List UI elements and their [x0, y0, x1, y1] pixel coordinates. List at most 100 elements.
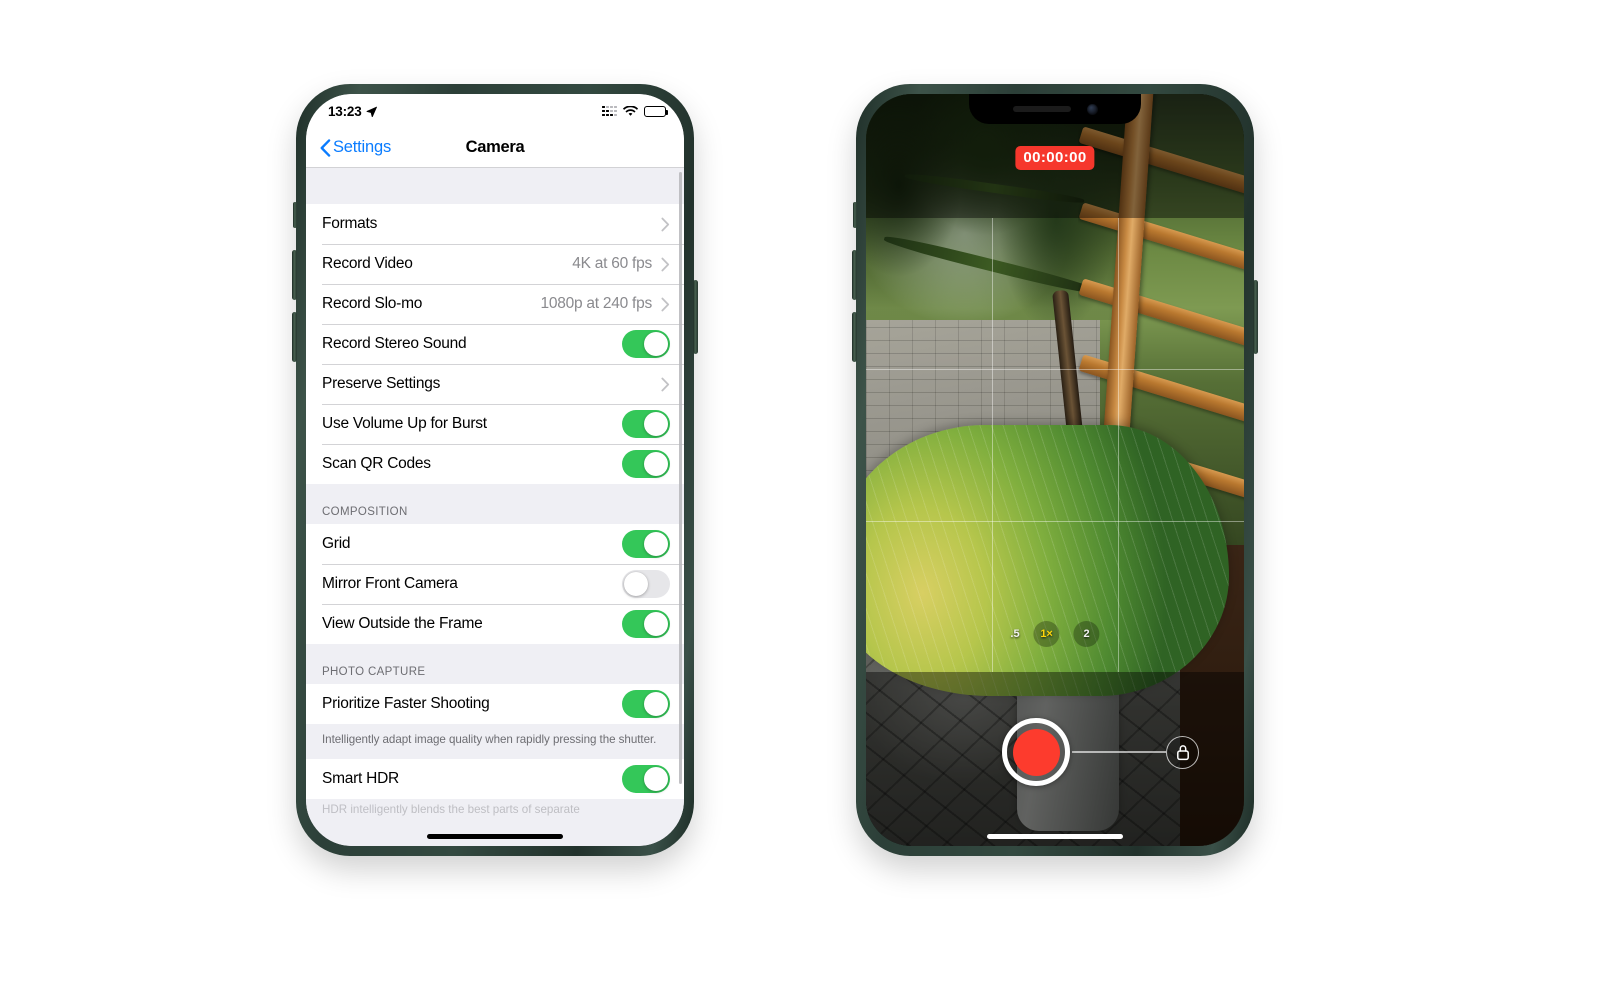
settings-group-video: Formats Record Video 4K at 60 fps Record…	[306, 204, 684, 484]
slide-to-lock-track	[1072, 751, 1166, 753]
iphone-screen-bezel: 00:00:00 .5 1× 2	[866, 94, 1244, 846]
home-indicator[interactable]	[427, 834, 563, 839]
toggle-knob	[644, 452, 668, 476]
volume-down-button[interactable]	[852, 312, 857, 362]
status-bar-time: 13:23	[328, 103, 362, 119]
row-record-slo-mo[interactable]: Record Slo-mo 1080p at 240 fps	[306, 284, 684, 324]
row-value: 4K at 60 fps	[572, 255, 652, 272]
row-preserve-settings[interactable]: Preserve Settings	[306, 364, 684, 404]
iphone-settings-device: 13:23 Settings Camera Formats Record Vid…	[292, 84, 698, 856]
iphone-screen-bezel: 13:23 Settings Camera Formats Record Vid…	[306, 94, 684, 846]
home-indicator[interactable]	[987, 834, 1123, 839]
toggle-view-outside-the-frame[interactable]	[622, 610, 670, 638]
row-label: Grid	[322, 535, 351, 552]
iphone-camera-device: 00:00:00 .5 1× 2	[852, 84, 1258, 856]
row-accessory	[661, 377, 670, 392]
row-accessory: 1080p at 240 fps	[541, 295, 671, 313]
settings-group-smart-hdr: Smart HDR	[306, 759, 684, 800]
footnote-smart-hdr-clipped: HDR intelligently blends the best parts …	[306, 799, 684, 818]
power-button[interactable]	[693, 280, 698, 354]
volume-down-button[interactable]	[292, 312, 297, 362]
status-bar: 13:23	[306, 94, 684, 128]
row-scan-qr-codes[interactable]: Scan QR Codes	[306, 444, 684, 484]
navigation-bar: Settings Camera	[306, 128, 684, 168]
leaf-veins	[866, 424, 1229, 696]
recording-timer: 00:00:00	[1015, 146, 1095, 170]
volume-up-button[interactable]	[292, 250, 297, 300]
toggle-use-volume-up-for-burst[interactable]	[622, 410, 670, 438]
row-prioritize-faster-shooting[interactable]: Prioritize Faster Shooting	[306, 684, 684, 724]
front-camera-icon	[1086, 103, 1098, 115]
row-label: Record Stereo Sound	[322, 335, 467, 352]
large-foreground-leaf	[866, 424, 1229, 696]
toggle-knob	[644, 332, 668, 356]
chevron-right-icon	[661, 377, 670, 391]
toggle-knob	[644, 532, 668, 556]
location-arrow-icon	[366, 106, 377, 117]
row-accessory: 4K at 60 fps	[572, 255, 670, 273]
row-mirror-front-camera[interactable]: Mirror Front Camera	[306, 564, 684, 604]
screenshot-canvas: 13:23 Settings Camera Formats Record Vid…	[0, 0, 1600, 991]
row-value: 1080p at 240 fps	[540, 295, 653, 312]
ios-settings-ui: 13:23 Settings Camera Formats Record Vid…	[306, 94, 684, 846]
record-button[interactable]	[1002, 718, 1070, 786]
row-label: Prioritize Faster Shooting	[322, 695, 490, 712]
row-label: Formats	[322, 215, 378, 232]
zoom-option-2x[interactable]: 2	[1073, 621, 1100, 647]
row-label: Preserve Settings	[322, 375, 441, 392]
list-top-gap	[306, 168, 684, 204]
earpiece-speaker-icon	[1012, 106, 1071, 112]
toggle-knob	[624, 572, 648, 596]
toggle-knob	[644, 692, 668, 716]
row-label: Smart HDR	[322, 770, 399, 788]
camera-viewfinder[interactable]: 00:00:00 .5 1× 2	[866, 94, 1244, 846]
toggle-scan-qr-codes[interactable]	[622, 450, 670, 478]
row-record-stereo-sound[interactable]: Record Stereo Sound	[306, 324, 684, 364]
record-lock-button[interactable]	[1166, 736, 1199, 769]
chevron-right-icon	[661, 217, 670, 231]
settings-list[interactable]: Formats Record Video 4K at 60 fps Record…	[306, 168, 684, 846]
zoom-controls[interactable]: .5 1× 2	[1010, 621, 1100, 647]
toggle-grid[interactable]	[622, 530, 670, 558]
silent-switch[interactable]	[853, 202, 857, 228]
section-header-composition: COMPOSITION	[306, 484, 684, 524]
row-label: Record Video	[322, 255, 413, 272]
toggle-knob	[644, 767, 668, 792]
back-label: Settings	[333, 138, 392, 156]
row-label: Scan QR Codes	[322, 455, 431, 472]
scrollbar[interactable]	[678, 172, 682, 784]
toggle-smart-hdr[interactable]	[622, 765, 670, 794]
record-button-core	[1012, 728, 1060, 776]
toggle-mirror-front-camera[interactable]	[622, 570, 670, 598]
row-record-video[interactable]: Record Video 4K at 60 fps	[306, 244, 684, 284]
row-label: Record Slo-mo	[322, 295, 423, 312]
footnote-prioritize-faster-shooting: Intelligently adapt image quality when r…	[306, 724, 684, 760]
toggle-prioritize-faster-shooting[interactable]	[622, 690, 670, 718]
section-header-photo-capture: PHOTO CAPTURE	[306, 644, 684, 684]
chevron-left-icon	[320, 138, 331, 157]
settings-screen: 13:23 Settings Camera Formats Record Vid…	[306, 94, 684, 846]
settings-group-composition: Grid Mirror Front Camera View Outside th…	[306, 524, 684, 644]
row-formats[interactable]: Formats	[306, 204, 684, 244]
row-accessory	[661, 217, 670, 232]
power-button[interactable]	[1253, 280, 1258, 354]
row-grid[interactable]: Grid	[306, 524, 684, 564]
pergola-slat	[1078, 278, 1244, 364]
chevron-right-icon	[661, 297, 670, 311]
volume-up-button[interactable]	[852, 250, 857, 300]
zoom-option-1x[interactable]: 1×	[1033, 621, 1060, 647]
zoom-option-0-5x[interactable]: .5	[1010, 628, 1019, 640]
silent-switch[interactable]	[293, 202, 297, 228]
capture-controls	[866, 712, 1244, 802]
toggle-record-stereo-sound[interactable]	[622, 330, 670, 358]
row-label: Use Volume Up for Burst	[322, 415, 487, 432]
notch	[969, 94, 1141, 124]
lock-icon	[1176, 745, 1189, 761]
chevron-right-icon	[661, 257, 670, 271]
status-bar-left: 13:23	[328, 104, 377, 119]
row-view-outside-the-frame[interactable]: View Outside the Frame	[306, 604, 684, 644]
wifi-icon	[623, 105, 638, 116]
row-use-volume-up-for-burst[interactable]: Use Volume Up for Burst	[306, 404, 684, 444]
back-to-settings-button[interactable]: Settings	[320, 138, 391, 157]
row-smart-hdr[interactable]: Smart HDR	[306, 759, 684, 800]
